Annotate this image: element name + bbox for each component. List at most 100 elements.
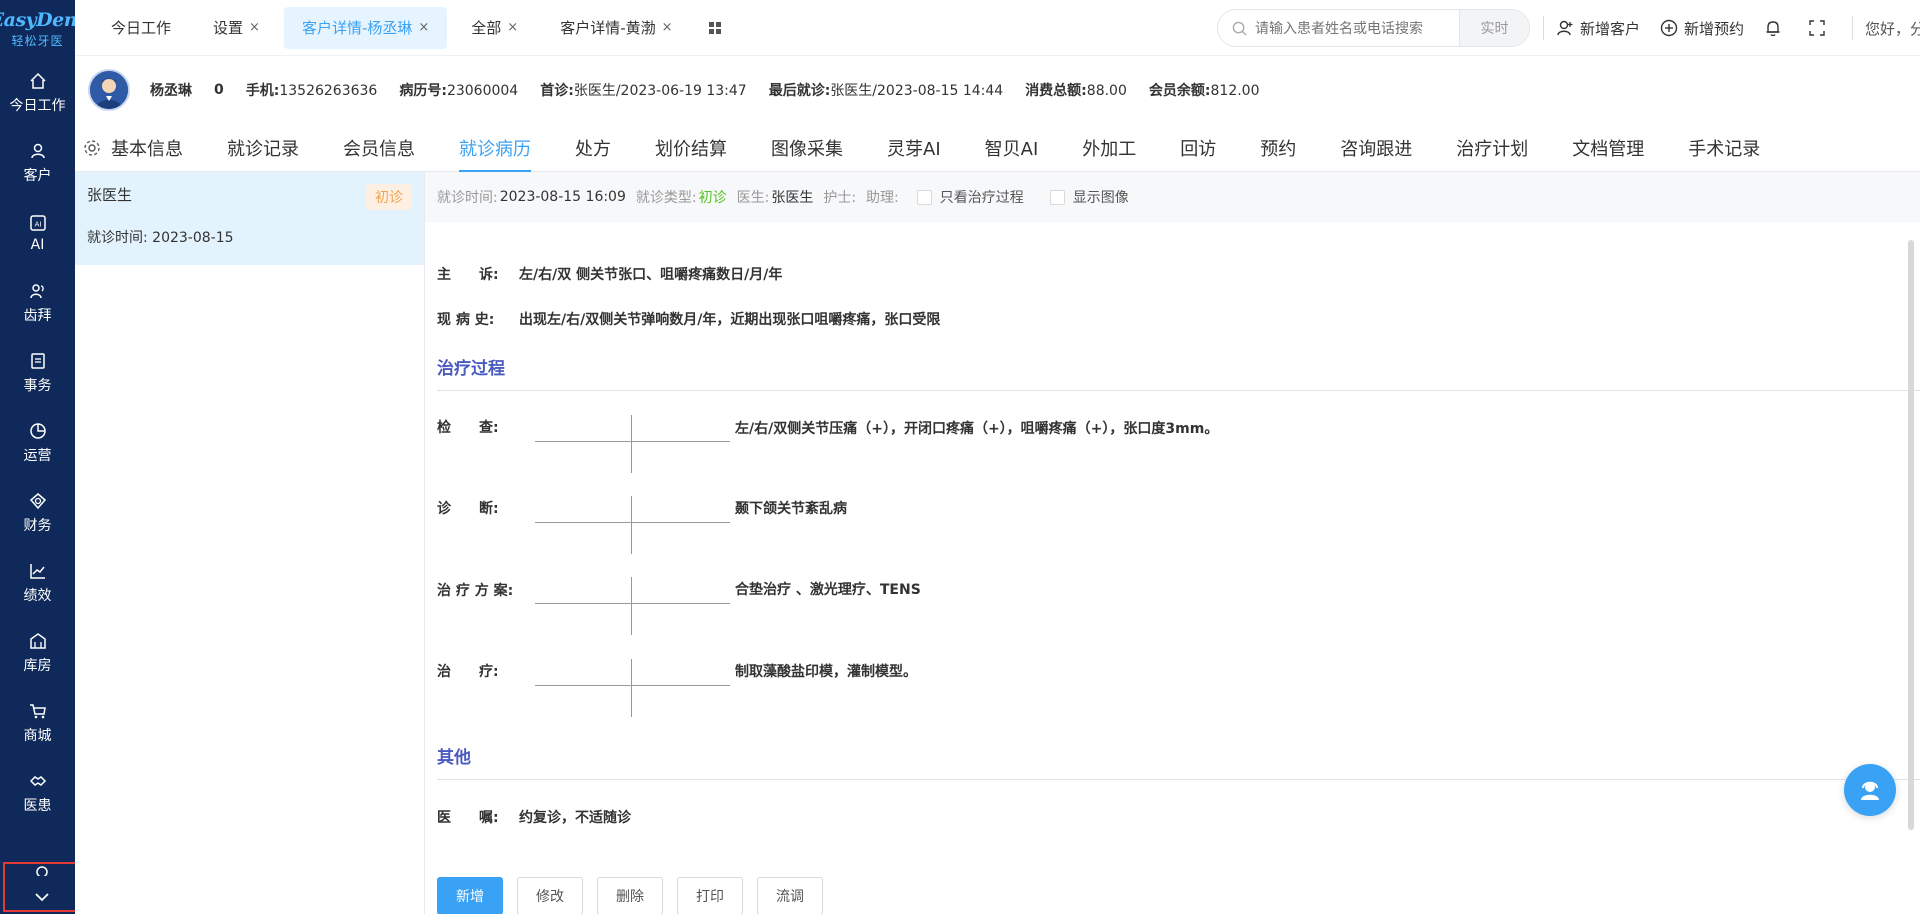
- medical-record-panel: 就诊时间: 2023-08-15 16:09 就诊类型: 初诊 医生: 张医生 …: [425, 172, 1920, 914]
- edit-button[interactable]: 修改: [517, 877, 583, 914]
- tab-9[interactable]: 外加工: [1082, 124, 1136, 172]
- sidebar-item-4[interactable]: 事务: [0, 338, 75, 408]
- sidebar-item-label: 医患: [23, 797, 52, 814]
- scrollbar[interactable]: [1908, 240, 1914, 830]
- tab-13[interactable]: 治疗计划: [1456, 124, 1528, 172]
- add-button[interactable]: 新增: [437, 877, 503, 914]
- tooth-position-cross[interactable]: [535, 577, 730, 635]
- sidebar-item-6[interactable]: 财务: [0, 478, 75, 548]
- sidebar-item-5[interactable]: 运营: [0, 408, 75, 478]
- user-greeting-menu[interactable]: 您好，分店超管: [1865, 18, 1920, 39]
- sidebar-item-8[interactable]: 库房: [0, 618, 75, 688]
- close-icon[interactable]: ×: [662, 20, 673, 35]
- tab-0[interactable]: 基本信息: [111, 124, 183, 172]
- sidebar-item-0[interactable]: 今日工作: [0, 58, 75, 128]
- sidebar: EasyDent 轻松牙医 今日工作客户 AI AI 齿拜事务运营财务绩效库房商城医患: [0, 0, 86, 914]
- plan-value: 合垫治疗 、激光理疗、TENS: [735, 582, 921, 598]
- tab-label: 今日工作: [111, 19, 172, 37]
- logo-subtitle: 轻松牙医: [11, 34, 64, 48]
- line-chart-icon: [29, 563, 45, 579]
- nurse-label: 护士:: [823, 190, 857, 206]
- tooth-position-cross[interactable]: [535, 415, 730, 473]
- close-icon[interactable]: ×: [507, 20, 518, 35]
- top-tab-bar: 今日工作 设置 × 客户详情-杨丞琳 × 全部 × 客户详情-黄渤 × 实时 新增客户 …: [75, 0, 1920, 56]
- tooth-position-cross[interactable]: [535, 659, 730, 717]
- new-appointment-label: 新增预约: [1684, 19, 1745, 38]
- tab-10[interactable]: 回访: [1180, 124, 1216, 172]
- visit-record-list: 张医生 初诊 就诊时间: 2023-08-15: [75, 172, 425, 914]
- new-customer-label: 新增客户: [1580, 19, 1641, 38]
- support-agent-icon: [1861, 781, 1879, 800]
- tab-8[interactable]: 智贝AI: [985, 124, 1039, 172]
- tab-settings[interactable]: 设置 ×: [195, 7, 278, 49]
- history-value: 出现左/右/双侧关节弹响数月/年，近期出现张口咀嚼疼痛，张口受限: [519, 312, 941, 328]
- print-button[interactable]: 打印: [677, 877, 743, 914]
- tooth-position-cross[interactable]: [535, 496, 730, 554]
- tab-7[interactable]: 灵芽AI: [887, 124, 941, 172]
- tab-5[interactable]: 划价结算: [655, 124, 727, 172]
- patient-record-number: 病历号:23060004: [399, 83, 519, 99]
- sidebar-more-button[interactable]: [3, 862, 81, 912]
- tab-4[interactable]: 处方: [575, 124, 611, 172]
- close-icon[interactable]: ×: [418, 20, 429, 35]
- sidebar-item-label: 客户: [23, 167, 52, 184]
- grid-menu-icon[interactable]: [703, 16, 727, 40]
- delete-button[interactable]: 删除: [597, 877, 663, 914]
- transfer-button[interactable]: 流调: [757, 877, 823, 914]
- plan-label: 治 疗 方 案:: [437, 583, 514, 599]
- tab-label: 全部: [471, 19, 502, 37]
- fullscreen-icon[interactable]: [1808, 19, 1832, 37]
- tab-15[interactable]: 手术记录: [1688, 124, 1760, 172]
- tab-3[interactable]: 就诊病历: [459, 124, 531, 172]
- cart-icon: [29, 703, 46, 718]
- treat-label: 治 疗:: [437, 664, 499, 680]
- handshake-icon: [29, 775, 46, 786]
- sidebar-item-3[interactable]: 齿拜: [0, 268, 75, 338]
- sidebar-item-7[interactable]: 绩效: [0, 548, 75, 618]
- tab-label: 客户详情-杨丞琳: [301, 19, 413, 37]
- tab-14[interactable]: 文档管理: [1572, 124, 1644, 172]
- users-icon: [29, 283, 44, 298]
- record-actions: 新增 修改 删除 打印 流调: [437, 877, 837, 914]
- tab-6[interactable]: 图像采集: [771, 124, 843, 172]
- close-icon[interactable]: ×: [249, 20, 260, 35]
- finance-icon: [29, 492, 46, 509]
- sidebar-item-9[interactable]: 商城: [0, 688, 75, 758]
- new-customer-button[interactable]: 新增客户: [1556, 18, 1640, 39]
- new-appointment-button[interactable]: 新增预约: [1660, 18, 1744, 39]
- history-row: 现 病 史: 出现左/右/双侧关节弹响数月/年，近期出现张口咀嚼疼痛，张口受限: [437, 309, 940, 329]
- complaint-row: 主 诉: 左/右/双 侧关节张口、咀嚼疼痛数日/月/年: [437, 264, 782, 284]
- gear-icon[interactable]: [83, 139, 101, 157]
- notification-bell-icon[interactable]: [1764, 19, 1788, 37]
- complaint-label: 主 诉:: [437, 267, 499, 283]
- logo-text: EasyDent: [0, 9, 86, 31]
- tab-all[interactable]: 全部 ×: [453, 7, 536, 49]
- patient-member-balance: 会员余额:812.00: [1148, 83, 1260, 99]
- pie-chart-icon: [29, 422, 46, 439]
- search-input[interactable]: [1255, 20, 1455, 36]
- diagnosis-label: 诊 断:: [437, 501, 499, 517]
- patient-search: 实时: [1217, 9, 1530, 47]
- diagnosis-value: 颞下颌关节紊乱病: [735, 501, 847, 517]
- tab-2[interactable]: 会员信息: [343, 124, 415, 172]
- sidebar-item-10[interactable]: 医患: [0, 758, 75, 828]
- record-sub-tabs: 基本信息 就诊记录 会员信息 就诊病历 处方 划价结算 图像采集 灵芽AI 智贝AI 外加工 回访预…: [75, 124, 1920, 172]
- customer-service-button[interactable]: [1844, 764, 1896, 816]
- sidebar-item-label: 财务: [23, 517, 52, 534]
- visit-time: 2023-08-15 16:09: [499, 189, 626, 205]
- list-item[interactable]: 张医生 初诊 就诊时间: 2023-08-15: [75, 172, 424, 265]
- tab-customer-detail-active[interactable]: 客户详情-杨丞琳 ×: [283, 6, 448, 49]
- only-treatment-checkbox[interactable]: [916, 189, 932, 205]
- realtime-button[interactable]: 实时: [1459, 10, 1529, 46]
- tab-today-work[interactable]: 今日工作: [93, 7, 189, 49]
- sidebar-item-1[interactable]: 客户: [0, 128, 75, 198]
- tab-12[interactable]: 咨询跟进: [1340, 124, 1412, 172]
- assistant-label: 助理:: [866, 190, 899, 206]
- sidebar-item-2[interactable]: AI AI: [0, 198, 75, 268]
- tab-1[interactable]: 就诊记录: [227, 124, 299, 172]
- exam-value: 左/右/双侧关节压痛（+），开闭口疼痛（+），咀嚼疼痛（+），张口度3mm。: [735, 421, 1219, 437]
- exam-label: 检 查:: [437, 420, 499, 436]
- tab-customer-detail[interactable]: 客户详情-黄渤 ×: [542, 7, 690, 49]
- show-image-checkbox[interactable]: [1049, 189, 1065, 205]
- tab-11[interactable]: 预约: [1260, 124, 1296, 172]
